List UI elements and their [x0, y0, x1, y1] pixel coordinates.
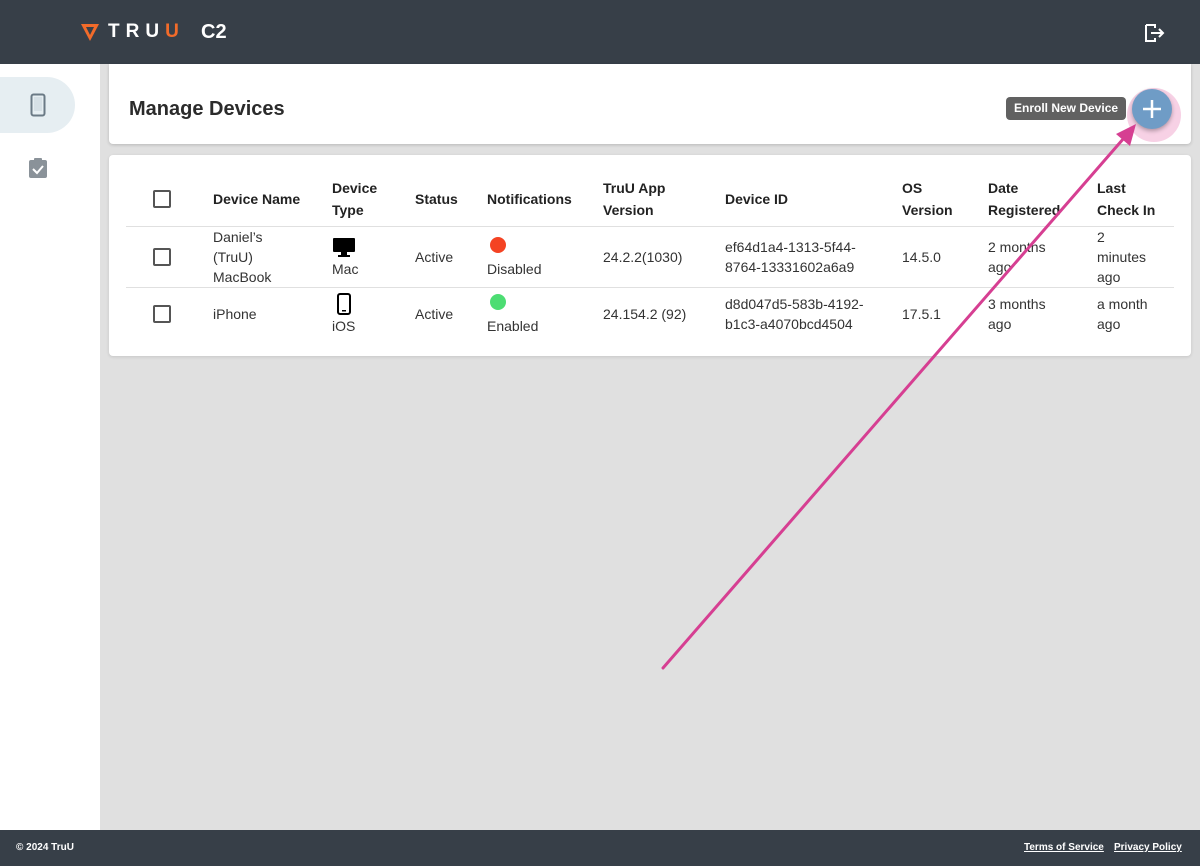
device-name-line: MacBook: [213, 269, 272, 285]
header-last-check-in: Last Check In: [1097, 178, 1155, 220]
last-check-in-line: ago: [1097, 316, 1121, 332]
footer: © 2024 TruU Terms of Service Privacy Pol…: [0, 830, 1200, 866]
app-name: C2: [201, 21, 227, 43]
date-registered-line: 2 months: [988, 239, 1046, 255]
header-os-version: OS Version: [902, 178, 953, 220]
phone-icon: [337, 293, 351, 315]
enroll-tooltip: Enroll New Device: [1006, 97, 1127, 120]
device-id-line: ef64d1a4-1313-5f44-: [725, 239, 856, 255]
notification-status-dot: [490, 237, 506, 253]
header-os-version-line2: Version: [902, 202, 953, 218]
cell-device-id: ef64d1a4-1313-5f44- 8764-13331602a6a9: [725, 237, 856, 277]
header-notifications: Notifications: [487, 191, 572, 207]
top-app-bar: TRUU C2: [0, 0, 1200, 64]
header-app-version-line1: TruU App: [603, 180, 666, 196]
truu-logo-icon: [81, 24, 99, 41]
cell-status: Active: [415, 249, 454, 265]
date-registered-line: ago: [988, 316, 1012, 332]
cell-device-type: Mac: [332, 237, 358, 279]
device-id-line: d8d047d5-583b-4192-: [725, 296, 864, 312]
last-check-in-line: ago: [1097, 269, 1121, 285]
cell-device-name: iPhone: [213, 304, 257, 324]
devices-table: Device Name Device Type Status Notificat…: [109, 155, 1191, 356]
page-title: Manage Devices: [129, 98, 285, 120]
header-os-version-line1: OS: [902, 180, 923, 196]
cell-date-registered: 2 months ago: [988, 237, 1046, 277]
select-all-checkbox[interactable]: [153, 190, 171, 208]
sidebar-item-devices[interactable]: [0, 77, 75, 133]
cell-device-name: Daniel’s (TruU) MacBook: [213, 227, 271, 287]
header-device-type-line1: Device: [332, 180, 378, 196]
cell-os-version: 14.5.0: [902, 249, 941, 265]
cell-notifications: Disabled: [487, 237, 541, 279]
row-checkbox[interactable]: [153, 305, 171, 323]
date-registered-line: 3 months: [988, 296, 1046, 312]
row-divider: [126, 287, 1174, 288]
header-date-registered-line1: Date: [988, 180, 1019, 196]
desktop-icon: [333, 238, 355, 257]
row-divider: [126, 226, 1174, 227]
header-status: Status: [415, 191, 458, 207]
cell-last-check-in: a month ago: [1097, 294, 1148, 334]
header-last-check-in-line2: Check In: [1097, 202, 1156, 218]
header-date-registered-line2: Registered: [988, 202, 1061, 218]
header-device-name: Device Name: [213, 191, 301, 207]
header-app-version-line2: Version: [603, 202, 654, 218]
terms-of-service-link[interactable]: Terms of Service: [1024, 842, 1104, 853]
device-id-line: b1c3-a4070bcd4504: [725, 316, 853, 332]
header-app-version: TruU App Version: [603, 178, 665, 220]
date-registered-line: ago: [988, 259, 1012, 275]
smartphone-icon: [30, 93, 45, 117]
sidebar-item-assignments[interactable]: [0, 140, 75, 196]
device-name-line: iPhone: [213, 306, 257, 322]
plus-icon: [1143, 100, 1161, 118]
enroll-device-button[interactable]: [1132, 89, 1172, 129]
cell-app-version: 24.2.2(1030): [603, 249, 683, 265]
header-device-type: Device Type: [332, 178, 377, 220]
copyright-text: © 2024 TruU: [16, 842, 74, 853]
last-check-in-line: a month: [1097, 296, 1148, 312]
cell-os-version: 17.5.1: [902, 306, 941, 322]
logout-button[interactable]: [1142, 21, 1166, 45]
last-check-in-line: minutes: [1097, 249, 1147, 265]
header-last-check-in-line1: Last: [1097, 180, 1126, 196]
cell-device-id: d8d047d5-583b-4192- b1c3-a4070bcd4504: [725, 294, 864, 334]
last-check-in-line: 2: [1097, 229, 1105, 245]
device-name-line: (TruU): [213, 249, 253, 265]
page-header-card: Manage Devices Enroll New Device: [109, 64, 1191, 144]
truu-logo-text: TRUU: [108, 21, 185, 42]
cell-app-version: 24.154.2 (92): [603, 306, 687, 322]
device-name-line: Daniel’s: [213, 229, 263, 245]
clipboard-check-icon: [28, 158, 47, 178]
device-type-label: Mac: [332, 261, 359, 277]
notification-label: Disabled: [487, 261, 542, 277]
header-date-registered: Date Registered: [988, 178, 1060, 220]
header-device-id: Device ID: [725, 191, 789, 207]
header-device-type-line2: Type: [332, 202, 364, 218]
device-type-label: iOS: [332, 318, 356, 334]
sidebar: [0, 64, 100, 830]
cell-notifications: Enabled: [487, 294, 538, 336]
cell-date-registered: 3 months ago: [988, 294, 1046, 334]
logout-icon: [1145, 24, 1165, 42]
notification-status-dot: [490, 294, 506, 310]
cell-last-check-in: 2 minutes ago: [1097, 227, 1146, 287]
device-id-line: 8764-13331602a6a9: [725, 259, 855, 275]
row-checkbox[interactable]: [153, 248, 171, 266]
cell-device-type: iOS: [332, 293, 356, 336]
privacy-policy-link[interactable]: Privacy Policy: [1114, 842, 1182, 853]
notification-label: Enabled: [487, 318, 539, 334]
truu-logo: TRUU: [80, 21, 185, 43]
cell-status: Active: [415, 306, 454, 322]
